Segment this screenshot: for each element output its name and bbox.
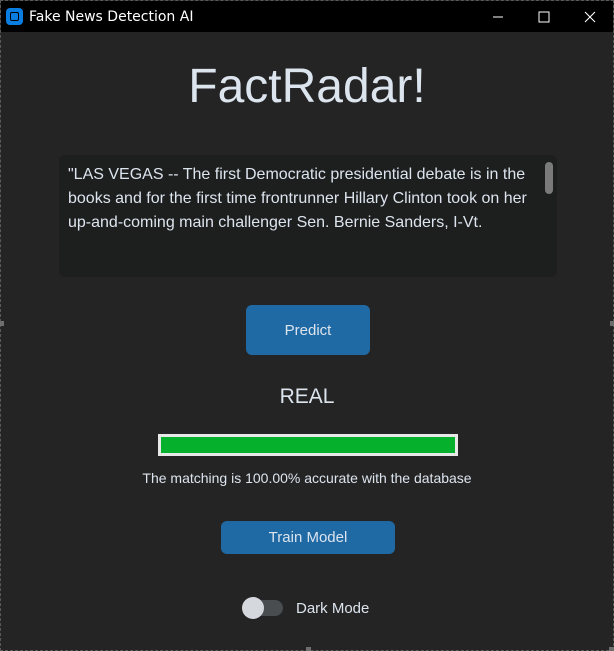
maximize-icon: [538, 11, 550, 22]
window-controls: [475, 1, 613, 32]
dark-mode-switch[interactable]: Dark Mode: [242, 597, 370, 619]
minimize-icon: [493, 16, 503, 17]
textbox-scrollbar[interactable]: [545, 162, 553, 194]
close-icon: [584, 11, 596, 22]
window-title: Fake News Detection AI: [29, 8, 194, 25]
maximize-button[interactable]: [521, 1, 567, 32]
dark-mode-switch-track[interactable]: [242, 597, 283, 619]
app-window: Fake News Detection AI FactRadar! "LAS V…: [0, 0, 614, 651]
resize-handle-corner[interactable]: [609, 647, 614, 651]
resize-handle-left[interactable]: [0, 321, 4, 326]
article-textbox[interactable]: "LAS VEGAS -- The first Democratic presi…: [59, 155, 557, 277]
accuracy-text: The matching is 100.00% accurate with th…: [142, 470, 472, 486]
dark-mode-label: Dark Mode: [296, 599, 370, 617]
prediction-result: REAL: [279, 385, 335, 408]
resize-handle-bottom[interactable]: [306, 647, 311, 651]
predict-button[interactable]: Predict: [246, 305, 370, 355]
app-heading: FactRadar!: [188, 60, 426, 113]
train-model-button[interactable]: Train Model: [221, 521, 395, 554]
confidence-progress-fill: [161, 437, 455, 453]
title-bar[interactable]: Fake News Detection AI: [1, 1, 613, 32]
close-button[interactable]: [567, 1, 613, 32]
resize-handle-right[interactable]: [610, 321, 614, 326]
app-logo-icon: [6, 8, 23, 25]
article-text: "LAS VEGAS -- The first Democratic presi…: [68, 166, 527, 231]
confidence-progress-bar: [158, 434, 458, 456]
dark-mode-switch-knob[interactable]: [242, 597, 264, 619]
minimize-button[interactable]: [475, 1, 521, 32]
